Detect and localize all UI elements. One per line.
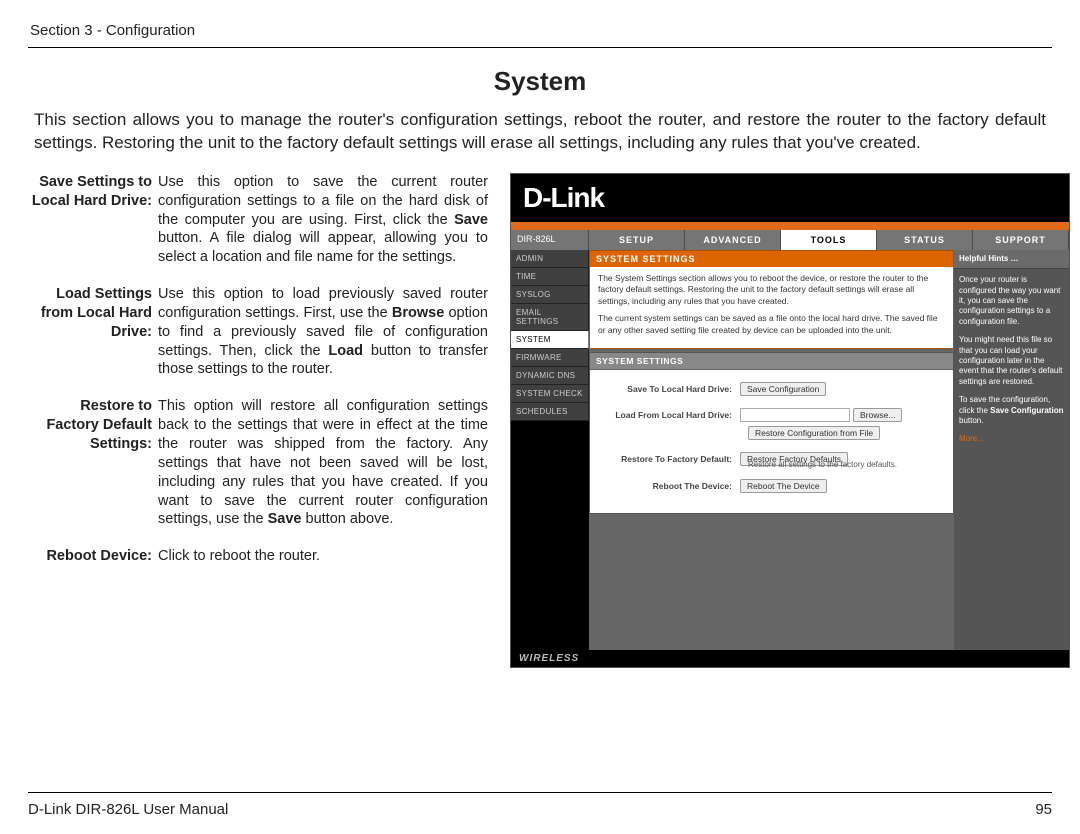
dlink-banner: D-Link [511, 174, 1069, 222]
main-panel: SYSTEM SETTINGS The System Settings sect… [589, 250, 954, 650]
intro-paragraph: This section allows you to manage the ro… [34, 109, 1046, 155]
system-settings-form-title: SYSTEM SETTINGS [590, 353, 953, 370]
side-firmware[interactable]: FIRMWARE [511, 349, 589, 367]
footer-right: 95 [1035, 801, 1052, 818]
system-settings-intro-box: SYSTEM SETTINGS The System Settings sect… [589, 250, 954, 349]
reboot-device-button[interactable]: Reboot The Device [740, 479, 827, 493]
save-to-local-label: Save To Local Hard Drive: [600, 384, 740, 394]
side-system[interactable]: SYSTEM [511, 331, 589, 349]
router-body: ADMIN TIME SYSLOG EMAIL SETTINGS SYSTEM … [511, 250, 1069, 650]
helpful-hints-panel: Helpful Hints … Once your router is conf… [954, 250, 1069, 650]
load-from-local-label: Load From Local Hard Drive: [600, 410, 740, 420]
def-reboot-label: Reboot Device: [46, 548, 152, 564]
file-path-input[interactable] [740, 408, 850, 422]
top-nav: DIR-826L SETUP ADVANCED TOOLS STATUS SUP… [511, 230, 1069, 250]
side-syscheck[interactable]: SYSTEM CHECK [511, 385, 589, 403]
tab-status[interactable]: STATUS [877, 230, 973, 250]
hint-p2: You might need this file so that you can… [959, 335, 1064, 387]
wireless-footer: WIRELESS [511, 650, 1069, 667]
system-settings-desc1: The System Settings section allows you t… [598, 273, 945, 307]
page-footer: D-Link DIR-826L User Manual 95 [28, 792, 1052, 818]
def-load-text: Use this option to load previously saved… [158, 285, 488, 397]
restore-configuration-from-file-button[interactable]: Restore Configuration from File [748, 426, 880, 440]
system-settings-desc2: The current system settings can be saved… [598, 313, 945, 336]
footer-left: D-Link DIR-826L User Manual [28, 801, 228, 818]
orange-strip [511, 222, 1069, 230]
section-header: Section 3 - Configuration [28, 16, 1052, 48]
def-load-label: Load Settings from Local Hard Drive: [41, 286, 152, 340]
restore-to-factory-label: Restore To Factory Default: [600, 454, 740, 464]
side-schedules[interactable]: SCHEDULES [511, 403, 589, 421]
side-time[interactable]: TIME [511, 268, 589, 286]
tab-tools[interactable]: TOOLS [781, 230, 877, 250]
hints-title: Helpful Hints … [954, 250, 1069, 269]
def-restore-text: This option will restore all configurati… [158, 397, 488, 547]
side-email[interactable]: EMAIL SETTINGS [511, 304, 589, 331]
dlink-logo: D-Link [523, 182, 604, 213]
def-save-text: Use this option to save the current rout… [158, 173, 488, 285]
definitions-column: Save Settings to Local Hard Drive: Use t… [28, 173, 488, 668]
side-syslog[interactable]: SYSLOG [511, 286, 589, 304]
def-save-label: Save Settings to Local Hard Drive: [32, 174, 152, 209]
router-ui-window: D-Link DIR-826L SETUP ADVANCED TOOLS STA… [510, 173, 1070, 668]
def-restore-label: Restore to Factory Default Settings: [46, 398, 152, 452]
hint-p3: To save the configuration, click the Sav… [959, 395, 1064, 426]
tab-advanced[interactable]: ADVANCED [685, 230, 781, 250]
reboot-device-label: Reboot The Device: [600, 481, 740, 491]
system-settings-form-box: SYSTEM SETTINGS Save To Local Hard Drive… [589, 352, 954, 514]
tab-setup[interactable]: SETUP [589, 230, 685, 250]
hints-more-link[interactable]: More… [959, 434, 1064, 444]
system-settings-title: SYSTEM SETTINGS [590, 251, 953, 267]
save-configuration-button[interactable]: Save Configuration [740, 382, 826, 396]
side-nav: ADMIN TIME SYSLOG EMAIL SETTINGS SYSTEM … [511, 250, 589, 650]
side-admin[interactable]: ADMIN [511, 250, 589, 268]
restore-note: Restore all settings to the factory defa… [748, 460, 943, 469]
side-ddns[interactable]: DYNAMIC DNS [511, 367, 589, 385]
hint-p1: Once your router is configured the way y… [959, 275, 1064, 327]
product-id: DIR-826L [511, 230, 589, 250]
page-title: System [28, 66, 1052, 97]
def-reboot-text: Click to reboot the router. [158, 547, 488, 584]
screenshot-column: D-Link DIR-826L SETUP ADVANCED TOOLS STA… [510, 173, 1070, 668]
tab-support[interactable]: SUPPORT [973, 230, 1069, 250]
content-row: Save Settings to Local Hard Drive: Use t… [28, 173, 1052, 668]
browse-button[interactable]: Browse... [853, 408, 902, 422]
